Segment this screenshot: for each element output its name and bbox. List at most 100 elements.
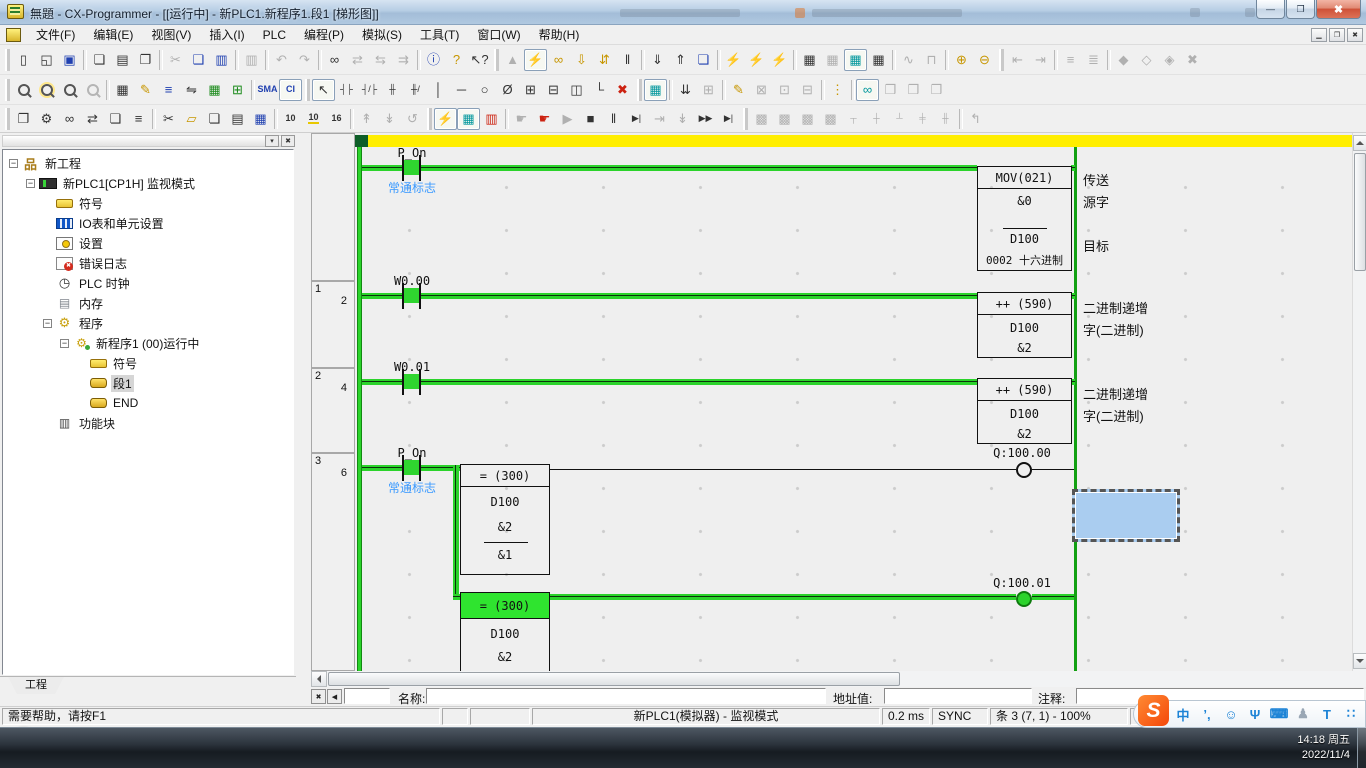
error-log-button[interactable]: ▥: [480, 108, 503, 130]
contact-p-on-rung0[interactable]: [404, 160, 419, 175]
show-desktop-button[interactable]: [1357, 727, 1366, 768]
transfer-to-plc-button[interactable]: ⇩: [570, 49, 593, 71]
close-button[interactable]: [1316, 0, 1361, 19]
zoom-in-button[interactable]: [12, 79, 35, 101]
io-comment-view-button[interactable]: ▦: [798, 49, 821, 71]
new-or-contact-button[interactable]: ╫: [381, 79, 404, 101]
tree-item-end[interactable]: END: [3, 393, 293, 413]
rung-list-button[interactable]: ≡: [157, 79, 180, 101]
open-file-button[interactable]: ◱: [35, 49, 58, 71]
download-all-button[interactable]: ⇊: [674, 79, 697, 101]
sogou-logo-icon[interactable]: S: [1138, 695, 1169, 726]
symbol-tree-button[interactable]: ⊞: [226, 79, 249, 101]
save-button[interactable]: ▣: [58, 49, 81, 71]
print-preview-button[interactable]: ❐: [134, 49, 157, 71]
toolbox-icon[interactable]: ∷: [1340, 706, 1362, 722]
tree-expander[interactable]: −: [9, 159, 18, 168]
tree-item-io-table[interactable]: IO表和单元设置: [3, 213, 293, 233]
scan-run-button[interactable]: ▶▶: [694, 108, 717, 130]
tree-item-error-log[interactable]: 错误日志: [3, 253, 293, 273]
line-delete-button[interactable]: ✖: [611, 79, 634, 101]
menu-view[interactable]: 视图(V): [142, 24, 200, 45]
simulator-window-button[interactable]: ▦: [644, 79, 667, 101]
tree-item-plc-clock[interactable]: PLC 时钟: [3, 273, 293, 293]
comment-tag-button[interactable]: ▱: [180, 108, 203, 130]
tree-item-section1[interactable]: 段1: [3, 373, 293, 393]
menu-window[interactable]: 窗口(W): [468, 24, 529, 45]
chinese-mode-icon[interactable]: 中: [1172, 705, 1194, 724]
tree-item-project[interactable]: − 新工程: [3, 153, 293, 173]
child-restore-button[interactable]: [1329, 28, 1345, 42]
memory-sheet-button[interactable]: ▦: [249, 108, 272, 130]
pause-button[interactable]: ‖: [602, 108, 625, 130]
soft-keyboard-icon[interactable]: ⌨: [1268, 706, 1290, 722]
new-coil-button[interactable]: ○: [473, 79, 496, 101]
new-inverted-instruction-button[interactable]: ⊟: [542, 79, 565, 101]
monitor-signed-decimal-button[interactable]: 10: [302, 108, 325, 130]
watch-sheet-button[interactable]: ❏: [203, 108, 226, 130]
copy-button[interactable]: ❑: [187, 49, 210, 71]
tree-item-memory[interactable]: 内存: [3, 293, 293, 313]
rung-2-margin[interactable]: 2 4: [311, 368, 355, 453]
menu-edit[interactable]: 编辑(E): [84, 24, 142, 45]
line-connect-button[interactable]: └: [588, 79, 611, 101]
ladder-cursor-selection[interactable]: [1072, 489, 1180, 542]
rung-3-margin[interactable]: 3 6: [311, 453, 355, 671]
ladder-vertical-scrollbar[interactable]: [1352, 133, 1366, 671]
compare-block-1[interactable]: = (300) D100 &2 &1: [460, 464, 550, 575]
output-sheet-button[interactable]: ▤: [226, 108, 249, 130]
online-edit-button[interactable]: ✎: [727, 79, 750, 101]
monitor-toggle-button[interactable]: ∞: [547, 49, 570, 71]
contact-w001[interactable]: [404, 374, 419, 389]
quick-transfer-button[interactable]: ⚡: [745, 49, 768, 71]
section-cut-button[interactable]: ✂: [157, 108, 180, 130]
menu-help[interactable]: 帮助(H): [530, 24, 589, 45]
zoom-100-button[interactable]: [58, 79, 81, 101]
rung-comment-button[interactable]: ✎: [134, 79, 157, 101]
rung-0-margin[interactable]: [311, 133, 355, 281]
new-or-closed-contact-button[interactable]: ╫/: [404, 79, 427, 101]
tree-item-programs[interactable]: − 程序: [3, 313, 293, 333]
voice-input-icon[interactable]: Ψ: [1244, 707, 1266, 722]
skin-icon[interactable]: T: [1316, 707, 1338, 722]
new-closed-contact-button[interactable]: ┤/├: [358, 79, 381, 101]
help-button[interactable]: ?: [445, 49, 468, 71]
increment-instruction-block-1[interactable]: ++ (590) D100 &2: [977, 292, 1072, 358]
quick-compare-button[interactable]: ⚡: [768, 49, 791, 71]
punctuation-icon[interactable]: ’,: [1196, 707, 1218, 722]
popup-window-button[interactable]: ❏: [104, 108, 127, 130]
tree-item-plc[interactable]: − 新PLC1[CP1H] 监视模式: [3, 173, 293, 193]
transfer-section-button[interactable]: ⇑: [669, 49, 692, 71]
contact-w000[interactable]: [404, 288, 419, 303]
menu-plc[interactable]: PLC: [254, 26, 295, 44]
new-closed-coil-button[interactable]: Ø: [496, 79, 519, 101]
stop-button[interactable]: ■: [579, 108, 602, 130]
contact-p-on-rung3[interactable]: [404, 460, 419, 475]
new-function-block-button[interactable]: ◫: [565, 79, 588, 101]
transfer-program-button[interactable]: ⇓: [646, 49, 669, 71]
force-set-button[interactable]: ⊕: [950, 49, 973, 71]
io-comment-button[interactable]: ⇋: [180, 79, 203, 101]
fb-library-button[interactable]: ⋮: [826, 79, 849, 101]
child-minimize-button[interactable]: [1311, 28, 1327, 42]
panel-menu-button[interactable]: [265, 135, 279, 147]
select-mode-button[interactable]: ↖: [312, 79, 335, 101]
coil-q10001[interactable]: [1016, 591, 1032, 607]
verify-program-button[interactable]: ❏: [692, 49, 715, 71]
increment-instruction-block-2[interactable]: ++ (590) D100 &2: [977, 378, 1072, 444]
monitor-mode-button[interactable]: ▦: [457, 108, 480, 130]
mov-instruction-block[interactable]: MOV(021) &0 D100 0002 十六进制: [977, 166, 1072, 271]
tree-expander[interactable]: −: [26, 179, 35, 188]
tree-item-settings[interactable]: 设置: [3, 233, 293, 253]
work-online-simulator-button[interactable]: ⚡: [524, 49, 547, 71]
tree-item-symbols[interactable]: 符号: [3, 193, 293, 213]
new-window-button[interactable]: ❐: [12, 108, 35, 130]
field-close-button[interactable]: [311, 689, 326, 704]
monitor-decimal-button[interactable]: 10: [279, 108, 302, 130]
scroll-left-button[interactable]: [311, 671, 327, 687]
new-file-button[interactable]: ▯: [12, 49, 35, 71]
coil-q10000[interactable]: [1016, 462, 1032, 478]
monitor-data-button[interactable]: ▦: [203, 79, 226, 101]
horizontal-scroll-thumb[interactable]: [328, 672, 900, 686]
tree-item-new-program[interactable]: − 新程序1 (00)运行中: [3, 333, 293, 353]
